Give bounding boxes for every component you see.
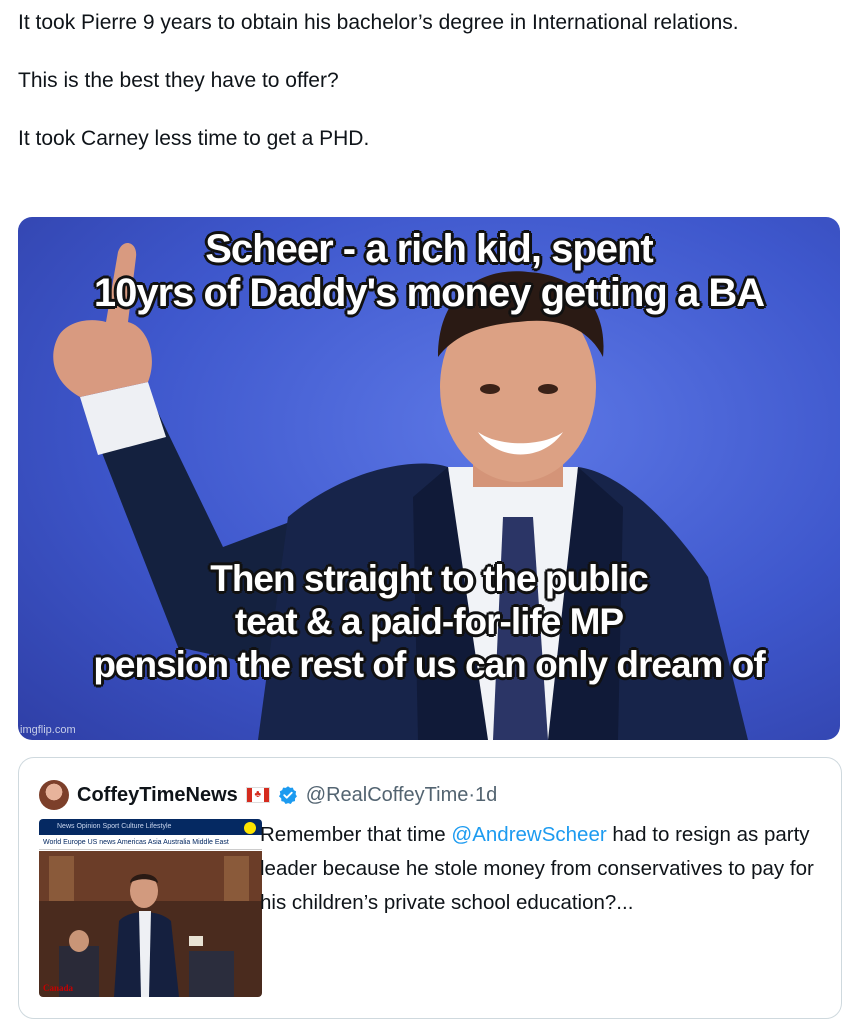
thumb-nav-sub: World Europe US news Americas Asia Austr… xyxy=(39,835,262,850)
meme-caption-bottom-line-2: teat & a paid-for-life MP xyxy=(234,601,624,642)
avatar[interactable] xyxy=(39,780,69,810)
post-paragraph-3: It took Carney less time to get a PHD. xyxy=(18,127,370,150)
meme-caption-bottom: Then straight to the public teat & a pai… xyxy=(18,557,840,686)
meme-caption-bottom-line-1: Then straight to the public xyxy=(210,558,649,599)
thumb-section-label: Canada xyxy=(43,983,74,993)
meme-caption-bottom-line-3: pension the rest of us can only dream of xyxy=(93,644,765,685)
handle[interactable]: @RealCoffeyTime xyxy=(306,784,469,807)
timestamp[interactable]: 1d xyxy=(475,784,497,807)
canada-flag-icon: ♣ xyxy=(245,787,270,803)
thumb-logo-icon xyxy=(244,822,256,834)
link-card-thumbnail[interactable]: News Opinion Sport Culture Lifestyle Wor… xyxy=(39,819,262,997)
meme-image[interactable]: Scheer - a rich kid, spent 10yrs of Dadd… xyxy=(18,217,840,740)
watermark: imgflip.com xyxy=(20,724,76,736)
meme-caption-top-line-1: Scheer - a rich kid, spent xyxy=(205,227,654,271)
thumb-photo xyxy=(39,851,262,997)
display-name[interactable]: CoffeyTimeNews xyxy=(77,784,238,807)
meme-caption-top: Scheer - a rich kid, spent 10yrs of Dadd… xyxy=(18,227,840,315)
mention-link[interactable]: @AndrewScheer xyxy=(451,823,606,846)
quoted-post-text: Remember that time @AndrewScheer had to … xyxy=(260,818,830,920)
quoted-post-header: CoffeyTimeNews ♣ @RealCoffeyTime · 1d xyxy=(39,780,497,810)
verified-badge-icon xyxy=(278,786,297,804)
quoted-post[interactable]: CoffeyTimeNews ♣ @RealCoffeyTime · 1d Ne… xyxy=(18,757,842,1019)
post-paragraph-2: This is the best they have to offer? xyxy=(18,69,339,92)
meme-caption-top-line-2: 10yrs of Daddy's money getting a BA xyxy=(93,271,765,315)
post-paragraph-1: It took Pierre 9 years to obtain his bac… xyxy=(18,11,739,34)
separator: · xyxy=(468,783,476,806)
post-text: It took Pierre 9 years to obtain his bac… xyxy=(18,6,818,155)
thumb-nav-top: News Opinion Sport Culture Lifestyle xyxy=(39,819,262,835)
quote-text-before: Remember that time xyxy=(260,823,452,846)
